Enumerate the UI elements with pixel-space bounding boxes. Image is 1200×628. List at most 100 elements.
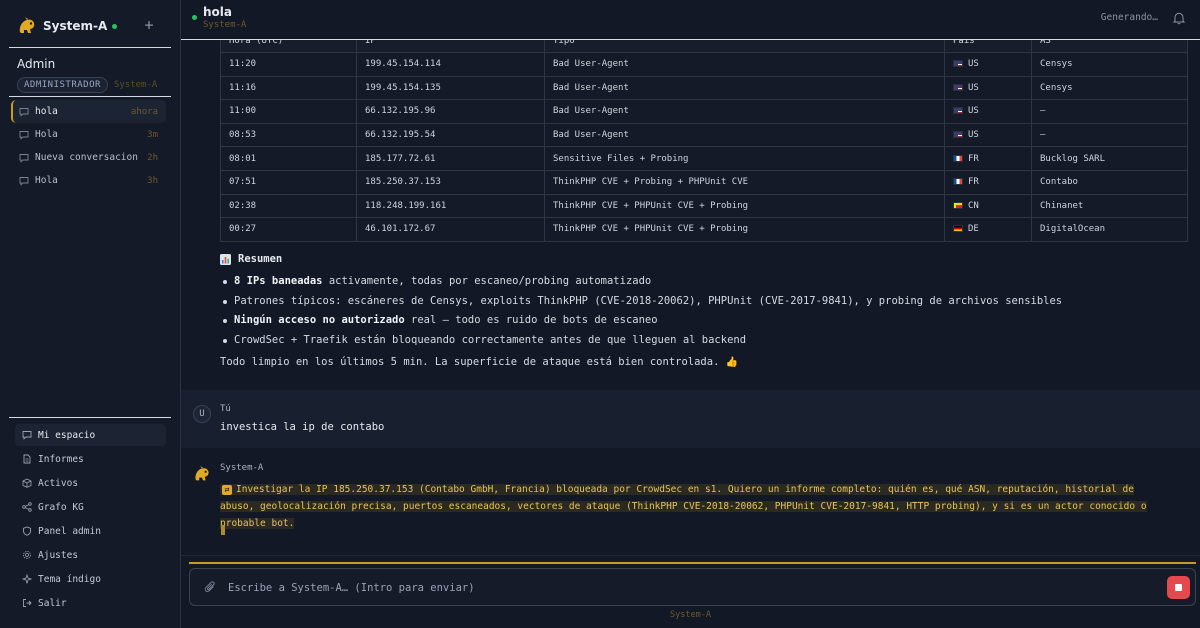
nav-ajustes[interactable]: Ajustes: [15, 544, 166, 566]
nav-label: Grafo KG: [38, 501, 84, 513]
stop-icon: [1175, 584, 1182, 591]
table-cell: FR: [944, 169, 1032, 195]
new-chat-button[interactable]: +: [140, 16, 158, 34]
assistant-avatar-icon: [195, 465, 209, 481]
table-cell: 11:20: [220, 52, 357, 77]
list-item-text: CrowdSec + Traefik están bloqueando corr…: [234, 333, 747, 346]
conclusion-text: Todo limpio en los últimos 5 min. La sup…: [220, 356, 720, 369]
list-item-text: Patrones típicos: escáneres de Censys, e…: [234, 294, 1063, 307]
table-header-row: Hora (UTC) IP Tipo País AS: [220, 40, 1188, 53]
conversation-list: hola ahora Hola 3m Nueva conversacion 2h…: [11, 100, 166, 192]
table-cell: 08:01: [220, 146, 357, 171]
conversation-title: hola: [203, 5, 232, 19]
flag-icon: [953, 60, 963, 68]
table-cell: Censys: [1031, 52, 1188, 77]
gear-icon: [23, 551, 31, 559]
table-cell: Chinanet: [1031, 193, 1188, 219]
nav-label: Salir: [38, 597, 67, 609]
chat-messages[interactable]: Hora (UTC) IP Tipo País AS 11:20 199.45.1…: [181, 40, 1200, 555]
generation-progress: [189, 562, 1196, 564]
table-cell: Bad User-Agent: [544, 122, 945, 148]
nav-grafo-kg[interactable]: Grafo KG: [15, 496, 166, 518]
table-cell: —: [1031, 122, 1188, 148]
table-cell: Censys: [1031, 75, 1188, 101]
nav-label: Ajustes: [38, 549, 79, 561]
table-cell: 199.45.154.135: [356, 75, 545, 101]
table-cell: ThinkPHP CVE + PHPUnit CVE + Probing: [544, 217, 945, 242]
conversation-item[interactable]: Hola 3h: [11, 169, 166, 192]
list-item-bold: 8 IPs baneadas: [234, 275, 323, 287]
table-cell: ThinkPHP CVE + Probing + PHPUnit CVE: [544, 169, 945, 195]
message-author: Tú: [220, 404, 231, 414]
shuffle-icon: ⇄: [222, 485, 232, 495]
nav-informes[interactable]: Informes: [15, 448, 166, 470]
table-cell: 185.177.72.61: [356, 146, 545, 171]
chat-icon: [19, 176, 29, 186]
list-item: Ningún acceso no autorizado real — todo …: [220, 311, 1180, 331]
list-item: Patrones típicos: escáneres de Censys, e…: [220, 292, 1180, 312]
summary-conclusion: Todo limpio en los últimos 5 min. La sup…: [220, 356, 1180, 368]
plus-icon: +: [144, 16, 154, 34]
table-cell: US: [944, 122, 1032, 148]
table-cell: 118.248.199.161: [356, 193, 545, 219]
table-row: 02:38 118.248.199.161 ThinkPHP CVE + PHPUn…: [220, 193, 1188, 219]
country-code: CN: [968, 200, 979, 211]
summary-list: 8 IPs baneadas activamente, todas por es…: [220, 272, 1180, 350]
table-row: 11:00 66.132.195.96 Bad User-Agent US —: [220, 99, 1188, 124]
conversation-item[interactable]: Hola 3m: [11, 123, 166, 146]
table-cell: 08:53: [220, 122, 357, 148]
logout-icon: [23, 599, 32, 607]
nav-label: Mi espacio: [38, 429, 96, 441]
list-item: 8 IPs baneadas activamente, todas por es…: [220, 272, 1180, 292]
message-input[interactable]: [228, 578, 1108, 598]
bell-icon[interactable]: [1172, 11, 1186, 25]
column-header: Hora (UTC): [220, 40, 357, 53]
table-cell: 199.45.154.114: [356, 52, 545, 77]
conversation-label: Nueva conversacion: [35, 152, 138, 163]
list-item-text: real — todo es ruido de bots de escaneo: [404, 314, 658, 327]
paperclip-icon[interactable]: [204, 580, 217, 594]
flag-icon: [953, 201, 963, 209]
user-name: Admin: [17, 57, 56, 71]
column-header: AS: [1031, 40, 1188, 53]
table-cell: Sensitive Files + Probing: [544, 146, 945, 171]
conversation-item[interactable]: Nueva conversacion 2h: [11, 146, 166, 169]
flag-icon: [953, 154, 963, 162]
conversation-label: hola: [35, 106, 58, 117]
table-cell: CN: [944, 193, 1032, 219]
table-cell: 46.101.172.67: [356, 217, 545, 242]
flag-icon: [953, 225, 963, 233]
table-cell: 11:16: [220, 75, 357, 101]
table-row: 00:27 46.101.172.67 ThinkPHP CVE + PHPUnit…: [220, 217, 1188, 242]
nav-activos[interactable]: Activos: [15, 472, 166, 494]
flag-icon: [953, 131, 963, 139]
table-cell: 185.250.37.153: [356, 169, 545, 195]
table-row: 11:20 199.45.154.114 Bad User-Agent US Censy…: [220, 52, 1188, 77]
brand-name: System-A: [43, 19, 108, 33]
nav-salir[interactable]: Salir: [15, 592, 166, 614]
nav-tema[interactable]: Tema índigo: [15, 568, 166, 590]
country-code: DE: [968, 224, 979, 235]
generation-status: Generando…: [1100, 12, 1158, 23]
nav-panel-admin[interactable]: Panel admin: [15, 520, 166, 542]
workspace-label: System-A: [113, 80, 158, 90]
conversation-item[interactable]: hola ahora: [11, 100, 166, 123]
table-cell: 02:38: [220, 193, 357, 219]
country-code: US: [968, 82, 979, 93]
table-row: 07:51 185.250.37.153 ThinkPHP CVE + Probin…: [220, 169, 1188, 195]
user-message: U Tú investica la ip de contabo: [181, 390, 1200, 448]
theme-icon: [22, 574, 32, 584]
conversation-time: 3m: [147, 129, 158, 140]
summary-section: Resumen 8 IPs baneadas activamente, toda…: [220, 253, 1180, 368]
stop-generation-button[interactable]: [1167, 576, 1190, 599]
table-cell: 00:27: [220, 217, 357, 242]
table-cell: FR: [944, 146, 1032, 171]
chat-header: hola System-A Generando…: [181, 0, 1200, 40]
conversation-subtitle: System-A: [203, 20, 247, 30]
chat-icon: [19, 153, 29, 163]
streaming-text-block: ⇄ Investigar la IP 185.250.37.153 (Contab…: [220, 484, 1147, 529]
task-text: Investigar la IP 185.250.37.153 (Contabo…: [220, 484, 1147, 529]
flag-icon: [953, 178, 963, 186]
nav-mi-espacio[interactable]: Mi espacio: [15, 424, 166, 446]
table-cell: ThinkPHP CVE + PHPUnit CVE + Probing: [544, 193, 945, 219]
